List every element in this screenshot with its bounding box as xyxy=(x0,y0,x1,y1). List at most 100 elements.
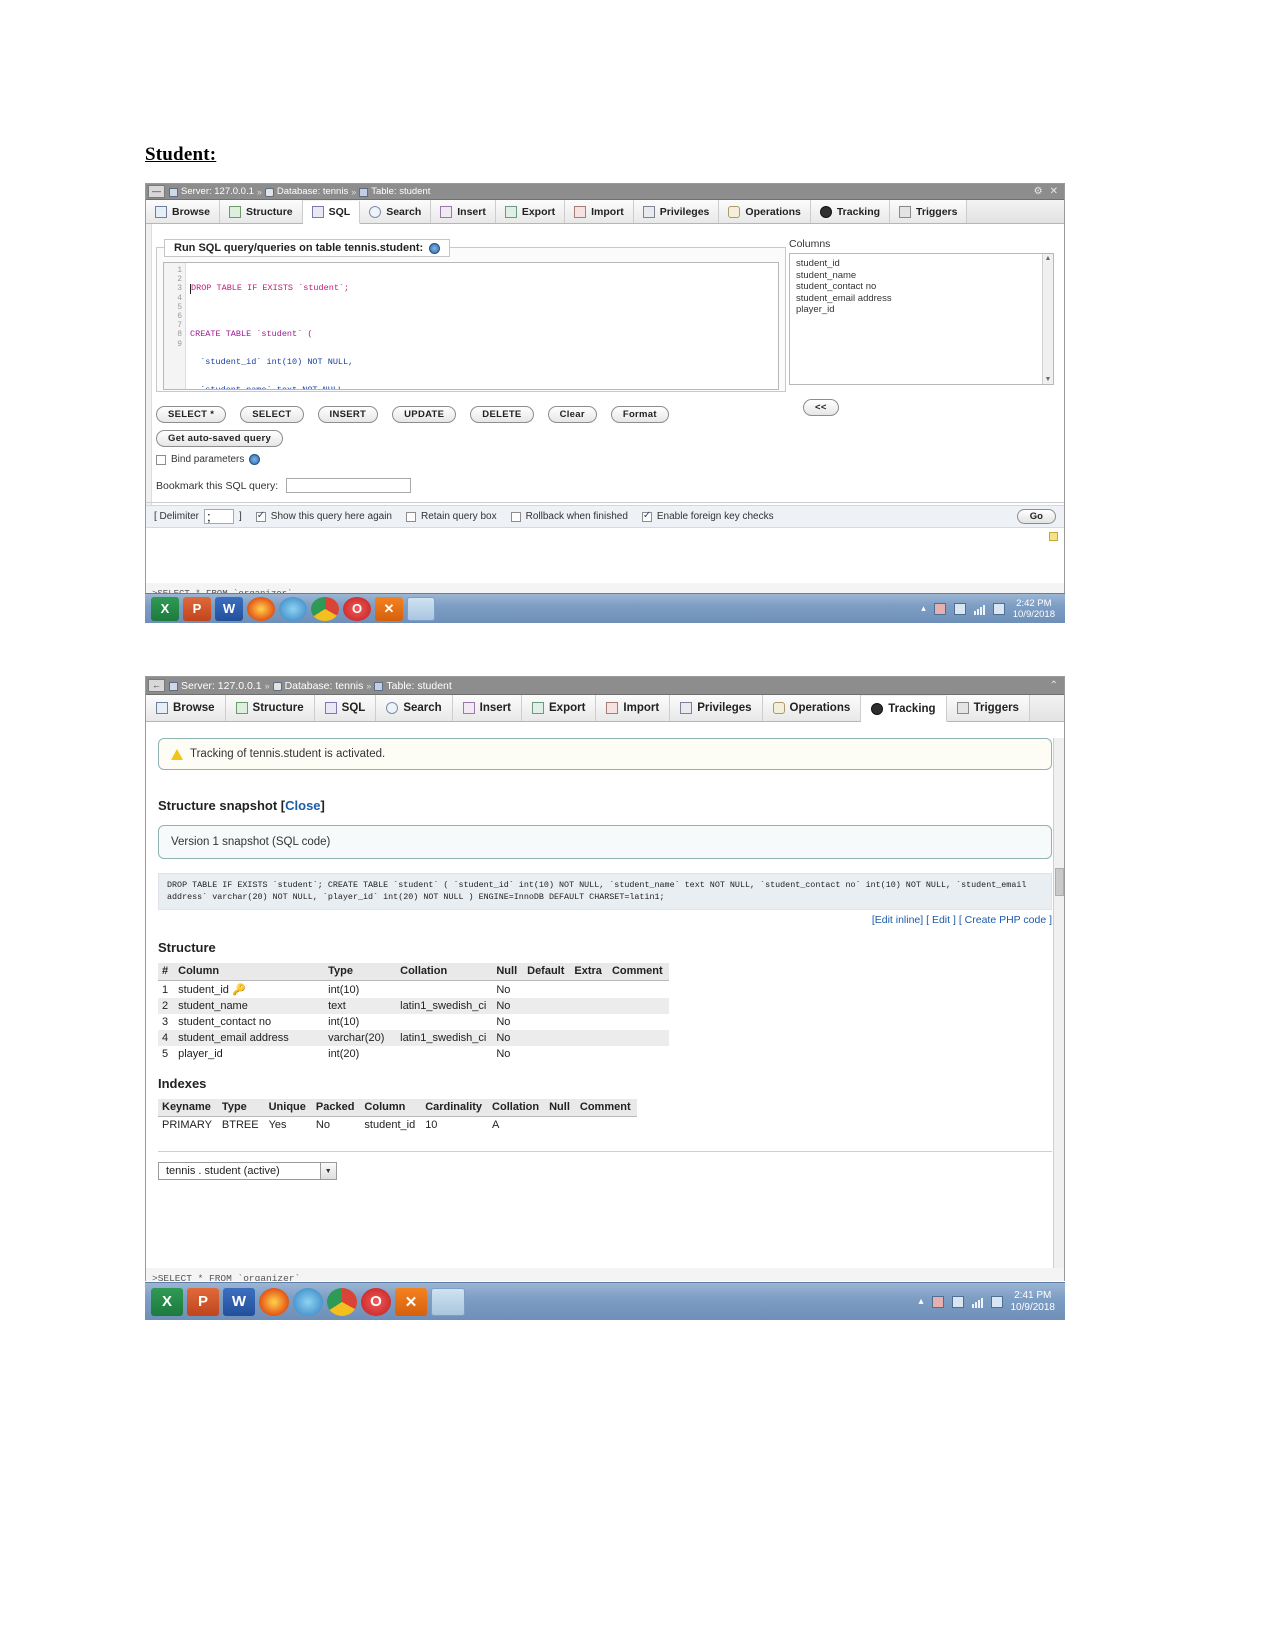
tray-signal-icon[interactable] xyxy=(973,603,985,615)
columns-scrollbar[interactable]: ▲ ▼ xyxy=(1042,254,1053,384)
select-star-button[interactable]: SELECT * xyxy=(156,406,227,423)
tab-sql[interactable]: SQL xyxy=(302,201,361,224)
col-header-null[interactable]: Null xyxy=(492,963,524,981)
col-header-collation[interactable]: Collation xyxy=(396,963,493,981)
column-item[interactable]: player_id xyxy=(796,304,1047,316)
retain-query-box-checkbox[interactable] xyxy=(405,511,416,522)
table-row[interactable]: 3 student_contact no int(10) No xyxy=(158,1014,669,1030)
word-icon[interactable]: W xyxy=(215,596,243,621)
clear-button[interactable]: Clear xyxy=(547,406,597,423)
rollback-checkbox[interactable] xyxy=(510,511,521,522)
taskbar-clock[interactable]: 2:42 PM 10/9/2018 xyxy=(1013,598,1055,620)
breadcrumb-table[interactable]: Table: student xyxy=(371,186,430,197)
powerpoint-icon[interactable]: P xyxy=(187,1287,219,1316)
column-item[interactable]: student_contact no xyxy=(796,281,1047,293)
column-item[interactable]: student_email address xyxy=(796,293,1047,305)
xampp-icon[interactable]: ✕ xyxy=(395,1287,427,1316)
column-item[interactable]: student_name xyxy=(796,270,1047,282)
table-select[interactable]: tennis . student (active) ▼ xyxy=(158,1162,337,1180)
tab-structure[interactable]: Structure xyxy=(225,695,315,721)
resize-handle-icon[interactable] xyxy=(1049,532,1058,541)
breadcrumb-database[interactable]: Database: tennis xyxy=(285,680,364,692)
opera-icon[interactable]: O xyxy=(343,596,371,621)
image-viewer-icon[interactable] xyxy=(431,1287,465,1316)
format-button[interactable]: Format xyxy=(610,406,669,423)
foreign-key-checks-checkbox[interactable] xyxy=(641,510,652,522)
col-header-comment[interactable]: Comment xyxy=(607,963,669,981)
breadcrumb-server[interactable]: Server: 127.0.0.1 xyxy=(181,680,262,692)
tab-privileges[interactable]: Privileges xyxy=(670,695,763,721)
minimize-button[interactable]: — xyxy=(148,185,165,198)
column-item[interactable]: student_id xyxy=(796,258,1047,270)
breadcrumb-server[interactable]: Server: 127.0.0.1 xyxy=(181,186,254,197)
breadcrumb-database[interactable]: Database: tennis xyxy=(277,186,348,197)
powerpoint-icon[interactable]: P xyxy=(183,596,211,621)
tray-notification-icon[interactable] xyxy=(931,1295,944,1308)
word-icon[interactable]: W xyxy=(223,1287,255,1316)
collapse-icon[interactable]: ⌃ xyxy=(1050,680,1058,691)
scroll-up-icon[interactable]: ▲ xyxy=(1043,254,1053,263)
tab-import[interactable]: Import xyxy=(596,695,671,721)
tab-operations[interactable]: Operations xyxy=(719,200,811,223)
firefox-icon[interactable] xyxy=(247,596,275,621)
tab-browse[interactable]: Browse xyxy=(146,695,226,721)
table-row[interactable]: 2 student_name text latin1_swedish_ci No xyxy=(158,998,669,1014)
tray-signal-icon[interactable] xyxy=(971,1296,983,1308)
chrome-icon[interactable] xyxy=(327,1287,357,1316)
excel-icon[interactable]: X xyxy=(151,596,179,621)
tab-search[interactable]: Search xyxy=(376,695,453,721)
table-row[interactable]: 4 student_email address varchar(20) lati… xyxy=(158,1030,669,1046)
tray-expand-icon[interactable]: ▴ xyxy=(918,1296,923,1307)
tray-expand-icon[interactable]: ▴ xyxy=(921,603,926,614)
help-icon[interactable] xyxy=(249,454,261,465)
thunderbird-icon[interactable] xyxy=(293,1287,323,1316)
select-button[interactable]: SELECT xyxy=(240,406,304,423)
tab-triggers[interactable]: Triggers xyxy=(890,200,968,223)
tab-browse[interactable]: Browse xyxy=(146,200,220,223)
tray-volume-icon[interactable] xyxy=(990,1295,1003,1308)
get-auto-saved-query-button[interactable]: Get auto-saved query xyxy=(156,430,284,447)
tray-notification-icon[interactable] xyxy=(933,602,946,615)
go-button[interactable]: Go xyxy=(1016,509,1056,524)
edit-link[interactable]: [ Edit ] xyxy=(926,914,956,926)
sql-code-lines[interactable]: DROP TABLE IF EXISTS `student`; CREATE T… xyxy=(186,263,778,389)
show-query-checkbox[interactable] xyxy=(255,510,266,522)
tab-insert[interactable]: Insert xyxy=(431,200,496,223)
table-row[interactable]: 1 student_id 🔑 int(10) No xyxy=(158,981,669,999)
chrome-icon[interactable] xyxy=(311,596,339,621)
thunderbird-icon[interactable] xyxy=(279,596,307,621)
tab-tracking[interactable]: Tracking xyxy=(810,200,891,223)
sql-editor[interactable]: 1 2 3 4 5 6 7 8 9 DROP TABLE IF EXISTS `… xyxy=(163,262,779,390)
option-foreign-key-checks[interactable]: Enable foreign key checks xyxy=(641,510,774,522)
tab-triggers[interactable]: Triggers xyxy=(946,695,1030,721)
tab-structure[interactable]: Structure xyxy=(219,200,303,223)
scroll-down-icon[interactable]: ▼ xyxy=(1043,375,1053,384)
bind-parameters-checkbox[interactable] xyxy=(156,454,166,465)
option-rollback[interactable]: Rollback when finished xyxy=(510,511,628,522)
col-header-extra[interactable]: Extra xyxy=(570,963,608,981)
columns-listbox[interactable]: student_id student_name student_contact … xyxy=(789,253,1054,385)
image-viewer-icon[interactable] xyxy=(407,596,435,621)
tray-network-icon[interactable] xyxy=(953,602,966,615)
collapse-columns-button[interactable]: << xyxy=(803,399,839,416)
col-header-default[interactable]: Default xyxy=(523,963,571,981)
back-button[interactable]: ← xyxy=(148,679,165,692)
breadcrumb-table[interactable]: Table: student xyxy=(386,680,451,692)
xampp-icon[interactable]: ✕ xyxy=(375,596,403,621)
edit-inline-link[interactable]: [Edit inline] xyxy=(872,914,923,926)
insert-button[interactable]: INSERT xyxy=(317,406,379,423)
tab-export[interactable]: Export xyxy=(522,695,597,721)
page-scrollbar[interactable] xyxy=(1053,738,1064,1280)
option-retain-query-box[interactable]: Retain query box xyxy=(405,511,497,522)
create-php-code-link[interactable]: [ Create PHP code ] xyxy=(959,914,1052,926)
table-row[interactable]: 5 player_id int(20) No xyxy=(158,1046,669,1062)
tab-privileges[interactable]: Privileges xyxy=(633,200,720,223)
opera-icon[interactable]: O xyxy=(361,1287,391,1316)
scrollbar-thumb[interactable] xyxy=(1055,868,1064,896)
tab-operations[interactable]: Operations xyxy=(762,695,862,721)
tab-search[interactable]: Search xyxy=(360,200,432,223)
close-icon[interactable]: ✕ xyxy=(1050,186,1058,197)
table-row[interactable]: PRIMARY BTREE Yes No student_id 10 A xyxy=(158,1117,637,1134)
update-button[interactable]: UPDATE xyxy=(392,406,457,423)
tab-import[interactable]: Import xyxy=(565,200,634,223)
